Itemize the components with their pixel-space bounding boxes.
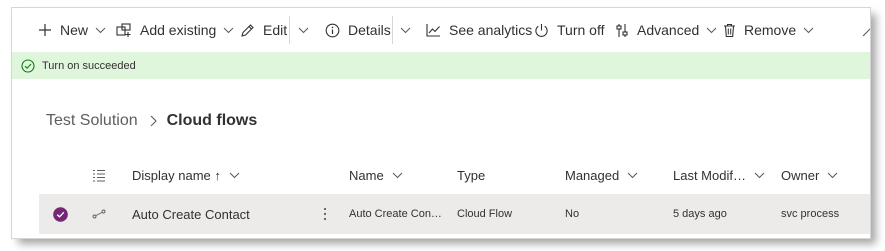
power-icon (534, 23, 549, 38)
edit-options-dropdown[interactable] (298, 8, 309, 52)
chevron-down-icon (400, 27, 411, 34)
breadcrumb-parent-link[interactable]: Test Solution (46, 112, 138, 130)
chevron-down-icon (229, 172, 240, 179)
details-options-dropdown[interactable] (400, 8, 411, 52)
column-header-label: Display name ↑ (132, 167, 221, 183)
row-more-options-icon[interactable] (323, 194, 327, 234)
toolbar-divider (289, 16, 290, 44)
app-window: New Add existing Edit Details See analyt… (12, 8, 870, 238)
cell-owner: svc process (781, 208, 840, 220)
edit-button[interactable]: Edit (240, 8, 287, 52)
chevron-right-icon (150, 115, 157, 127)
column-header-display-name[interactable]: Display name ↑ (132, 158, 240, 192)
success-check-icon (21, 58, 35, 73)
column-header-owner[interactable]: Owner (781, 158, 838, 192)
new-label: New (60, 22, 89, 38)
turn-off-button[interactable]: Turn off (534, 8, 604, 52)
row-selected-checkbox[interactable] (53, 194, 68, 234)
cell-last-modified: 5 days ago (673, 208, 727, 220)
remove-label: Remove (744, 22, 797, 38)
advanced-label: Advanced (637, 22, 700, 38)
column-header-last-modified[interactable]: Last Modif… (673, 158, 765, 192)
advanced-button[interactable]: Advanced (615, 8, 717, 52)
new-button[interactable]: New (38, 8, 106, 52)
column-header-label: Type (457, 167, 486, 183)
chevron-down-icon (627, 172, 638, 179)
remove-button[interactable]: Remove (723, 8, 814, 52)
see-analytics-button[interactable]: See analytics (426, 8, 532, 52)
chevron-down-icon (827, 172, 838, 179)
settings-sliders-icon (615, 23, 629, 38)
chevron-down-icon (223, 27, 234, 34)
column-header-label: Managed (565, 167, 620, 183)
display-name-link[interactable]: Auto Create Contact (132, 194, 250, 234)
success-notification: Turn on succeeded (12, 52, 870, 79)
analytics-icon (426, 23, 441, 37)
details-button[interactable]: Details (325, 8, 391, 52)
page-title: Cloud flows (166, 112, 258, 129)
notification-message: Turn on succeeded (42, 59, 136, 72)
cell-managed: No (565, 208, 580, 220)
chevron-down-icon (95, 27, 106, 34)
column-header-managed[interactable]: Managed (565, 158, 638, 192)
column-header-label: Name (349, 167, 384, 183)
command-bar: New Add existing Edit Details See analyt… (12, 8, 870, 53)
pencil-icon (240, 23, 255, 38)
add-existing-label: Add existing (140, 22, 217, 38)
column-options-icon[interactable] (92, 158, 106, 192)
add-existing-icon (116, 22, 132, 38)
trash-icon (723, 23, 736, 38)
edit-label: Edit (263, 22, 288, 38)
flow-icon (92, 194, 106, 234)
turn-off-label: Turn off (557, 22, 605, 38)
grid-header: Display name ↑ Name Type Managed Last Mo… (12, 158, 870, 192)
table-row[interactable]: Auto Create Contact Auto Create Con… Clo… (39, 194, 870, 234)
details-label: Details (348, 22, 391, 38)
column-header-type[interactable]: Type (457, 158, 485, 192)
cell-type: Cloud Flow (457, 208, 513, 220)
column-header-label: Last Modif… (673, 167, 746, 183)
chevron-down-icon (754, 172, 765, 179)
column-header-name[interactable]: Name (349, 158, 403, 192)
toolbar-divider (392, 16, 393, 44)
see-analytics-label: See analytics (449, 22, 533, 38)
breadcrumb: Test Solution Cloud flows (46, 112, 257, 130)
pin-icon[interactable] (862, 8, 870, 52)
column-header-label: Owner (781, 167, 820, 183)
cell-name: Auto Create Con… (349, 208, 442, 220)
chevron-down-icon (706, 27, 717, 34)
add-existing-button[interactable]: Add existing (116, 8, 234, 52)
info-icon (325, 23, 340, 38)
chevron-down-icon (392, 172, 403, 179)
plus-icon (38, 23, 52, 37)
chevron-down-icon (298, 27, 309, 34)
chevron-down-icon (803, 27, 814, 34)
